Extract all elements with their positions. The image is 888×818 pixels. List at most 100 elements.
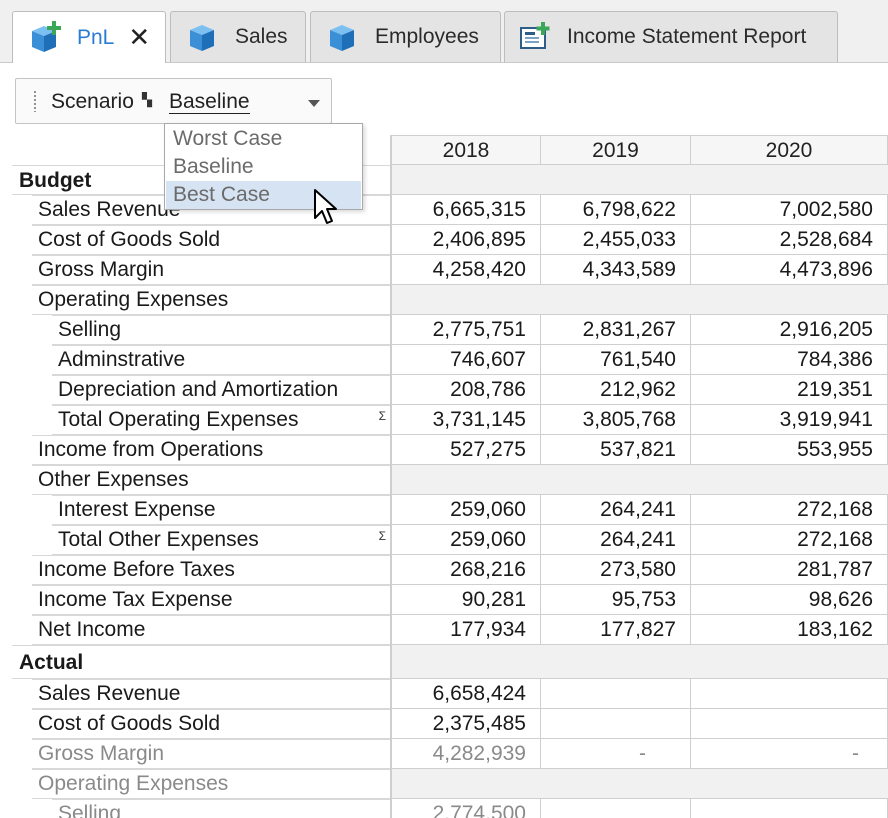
row-header[interactable]: Total Operating Expenses Σ xyxy=(12,405,391,435)
value-cell[interactable]: 6,798,622 xyxy=(541,195,691,225)
row-header[interactable]: Adminstrative xyxy=(12,345,391,375)
value-cell[interactable] xyxy=(691,799,888,818)
value-cell[interactable]: 761,540 xyxy=(541,345,691,375)
value-cell[interactable]: 212,962 xyxy=(541,375,691,405)
value-cell[interactable]: 553,955 xyxy=(691,435,888,465)
row-header[interactable]: Gross Margin xyxy=(12,255,391,285)
close-icon[interactable]: ✕ xyxy=(128,22,150,53)
row-header[interactable]: Income Tax Expense xyxy=(12,585,391,615)
value-cell[interactable]: 259,060 xyxy=(391,495,541,525)
value-cell[interactable]: 3,731,145 xyxy=(391,405,541,435)
tab-income-statement-report[interactable]: Income Statement Report xyxy=(504,11,838,62)
value-cell[interactable]: 2,455,033 xyxy=(541,225,691,255)
row-header[interactable]: Other Expenses xyxy=(12,465,391,495)
value-cell[interactable]: 95,753 xyxy=(541,585,691,615)
value-cell[interactable]: 183,162 xyxy=(691,615,888,645)
value-cell[interactable]: 2,774,500 xyxy=(391,799,541,818)
table-row[interactable]: Cost of Goods Sold 2,406,895 2,455,033 2,52… xyxy=(12,225,888,255)
value-cell[interactable]: 264,241 xyxy=(541,525,691,555)
row-header[interactable]: Total Other Expenses Σ xyxy=(12,525,391,555)
tab-sales[interactable]: Sales xyxy=(170,11,306,62)
value-cell[interactable]: 4,343,589 xyxy=(541,255,691,285)
value-cell[interactable]: 4,258,420 xyxy=(391,255,541,285)
value-cell[interactable]: 784,386 xyxy=(691,345,888,375)
group-row-actual[interactable]: Actual xyxy=(12,645,888,679)
value-cell[interactable]: 272,168 xyxy=(691,525,888,555)
value-cell[interactable]: 259,060 xyxy=(391,525,541,555)
table-row[interactable]: Total Other Expenses Σ 259,060 264,241 272,1… xyxy=(12,525,888,555)
table-row[interactable]: Interest Expense 259,060 264,241 272,168 xyxy=(12,495,888,525)
tab-employees[interactable]: Employees xyxy=(310,11,501,62)
table-row[interactable]: Income Tax Expense 90,281 95,753 98,626 xyxy=(12,585,888,615)
row-header[interactable]: Cost of Goods Sold xyxy=(12,709,391,739)
table-row[interactable]: Sales Revenue 6,665,315 6,798,622 7,002,580 xyxy=(12,195,888,225)
table-row[interactable]: Income from Operations 527,275 537,821 553,… xyxy=(12,435,888,465)
value-cell[interactable]: 3,919,941 xyxy=(691,405,888,435)
value-cell[interactable]: 2,375,485 xyxy=(391,709,541,739)
table-row[interactable]: Selling 2,775,751 2,831,267 2,916,205 xyxy=(12,315,888,345)
table-row[interactable]: Gross Margin 4,282,939- - xyxy=(12,739,888,769)
row-header[interactable]: Operating Expenses xyxy=(12,769,391,799)
value-cell[interactable]: 746,607 xyxy=(391,345,541,375)
value-cell[interactable] xyxy=(691,679,888,709)
row-header[interactable]: Selling xyxy=(12,799,391,818)
table-row[interactable]: Adminstrative 746,607 761,540 784,386 xyxy=(12,345,888,375)
value-cell[interactable]: 272,168 xyxy=(691,495,888,525)
value-cell[interactable]: 98,626 xyxy=(691,585,888,615)
value-cell[interactable]: 3,805,768 xyxy=(541,405,691,435)
table-row[interactable]: Income Before Taxes 268,216 273,580 281,787 xyxy=(12,555,888,585)
value-cell[interactable]: 6,658,424 xyxy=(391,679,541,709)
table-row[interactable]: Net Income 177,934 177,827 183,162 xyxy=(12,615,888,645)
value-cell[interactable] xyxy=(541,679,691,709)
table-row[interactable]: Operating Expenses xyxy=(12,769,888,799)
row-header[interactable]: Sales Revenue xyxy=(12,679,391,709)
value-cell[interactable]: 2,831,267 xyxy=(541,315,691,345)
table-row[interactable]: Gross Margin 4,258,420 4,343,589 4,473,896 xyxy=(12,255,888,285)
value-cell[interactable]: 264,241 xyxy=(541,495,691,525)
option-worst-case[interactable]: Worst Case xyxy=(166,125,361,153)
row-header[interactable]: Interest Expense xyxy=(12,495,391,525)
column-header-2018[interactable]: 2018 xyxy=(391,135,541,165)
value-cell[interactable]: 2,775,751 xyxy=(391,315,541,345)
row-header[interactable]: Income Before Taxes xyxy=(12,555,391,585)
table-row[interactable]: Cost of Goods Sold 2,375,485 xyxy=(12,709,888,739)
value-cell[interactable]: 7,002,580 xyxy=(691,195,888,225)
tab-pnl[interactable]: PnL ✕ xyxy=(12,11,166,63)
table-row[interactable]: Depreciation and Amortization 208,786 212,… xyxy=(12,375,888,405)
value-cell[interactable]: 2,406,895 xyxy=(391,225,541,255)
value-cell[interactable]: 268,216 xyxy=(391,555,541,585)
table-row[interactable]: Sales Revenue 6,658,424 xyxy=(12,679,888,709)
table-row[interactable]: Other Expenses xyxy=(12,465,888,495)
table-row[interactable]: Selling 2,774,500 xyxy=(12,799,888,818)
row-header[interactable]: Depreciation and Amortization xyxy=(12,375,391,405)
value-cell[interactable]: 273,580 xyxy=(541,555,691,585)
column-header-2019[interactable]: 2019 xyxy=(541,135,691,165)
value-cell[interactable]: 2,916,205 xyxy=(691,315,888,345)
option-baseline[interactable]: Baseline xyxy=(166,153,361,181)
row-header[interactable]: Gross Margin xyxy=(12,739,391,769)
row-header[interactable]: Operating Expenses xyxy=(12,285,391,315)
row-header[interactable]: Selling xyxy=(12,315,391,345)
value-cell[interactable]: 2,528,684 xyxy=(691,225,888,255)
value-cell[interactable] xyxy=(691,709,888,739)
value-cell[interactable]: 537,821 xyxy=(541,435,691,465)
value-cell[interactable]: 4,282,939 xyxy=(391,739,541,769)
table-row[interactable]: Total Operating Expenses Σ 3,731,145 3,805,… xyxy=(12,405,888,435)
value-cell[interactable]: 4,473,896 xyxy=(691,255,888,285)
value-cell[interactable]: 177,827 xyxy=(541,615,691,645)
scenario-select[interactable]: Baseline xyxy=(165,85,330,118)
value-cell[interactable]: 219,351 xyxy=(691,375,888,405)
chevron-down-icon[interactable] xyxy=(308,100,320,107)
value-cell[interactable] xyxy=(541,709,691,739)
group-row-budget[interactable]: Budget xyxy=(12,165,888,195)
value-cell[interactable]: 90,281 xyxy=(391,585,541,615)
drag-handle[interactable] xyxy=(33,90,37,112)
value-cell[interactable]: 177,934 xyxy=(391,615,541,645)
row-header[interactable]: Cost of Goods Sold xyxy=(12,225,391,255)
value-cell[interactable] xyxy=(541,799,691,818)
value-cell[interactable]: 281,787 xyxy=(691,555,888,585)
table-row[interactable]: Operating Expenses xyxy=(12,285,888,315)
value-cell[interactable]: - xyxy=(541,739,691,769)
value-cell[interactable]: 208,786 xyxy=(391,375,541,405)
column-header-2020[interactable]: 2020 xyxy=(691,135,888,165)
